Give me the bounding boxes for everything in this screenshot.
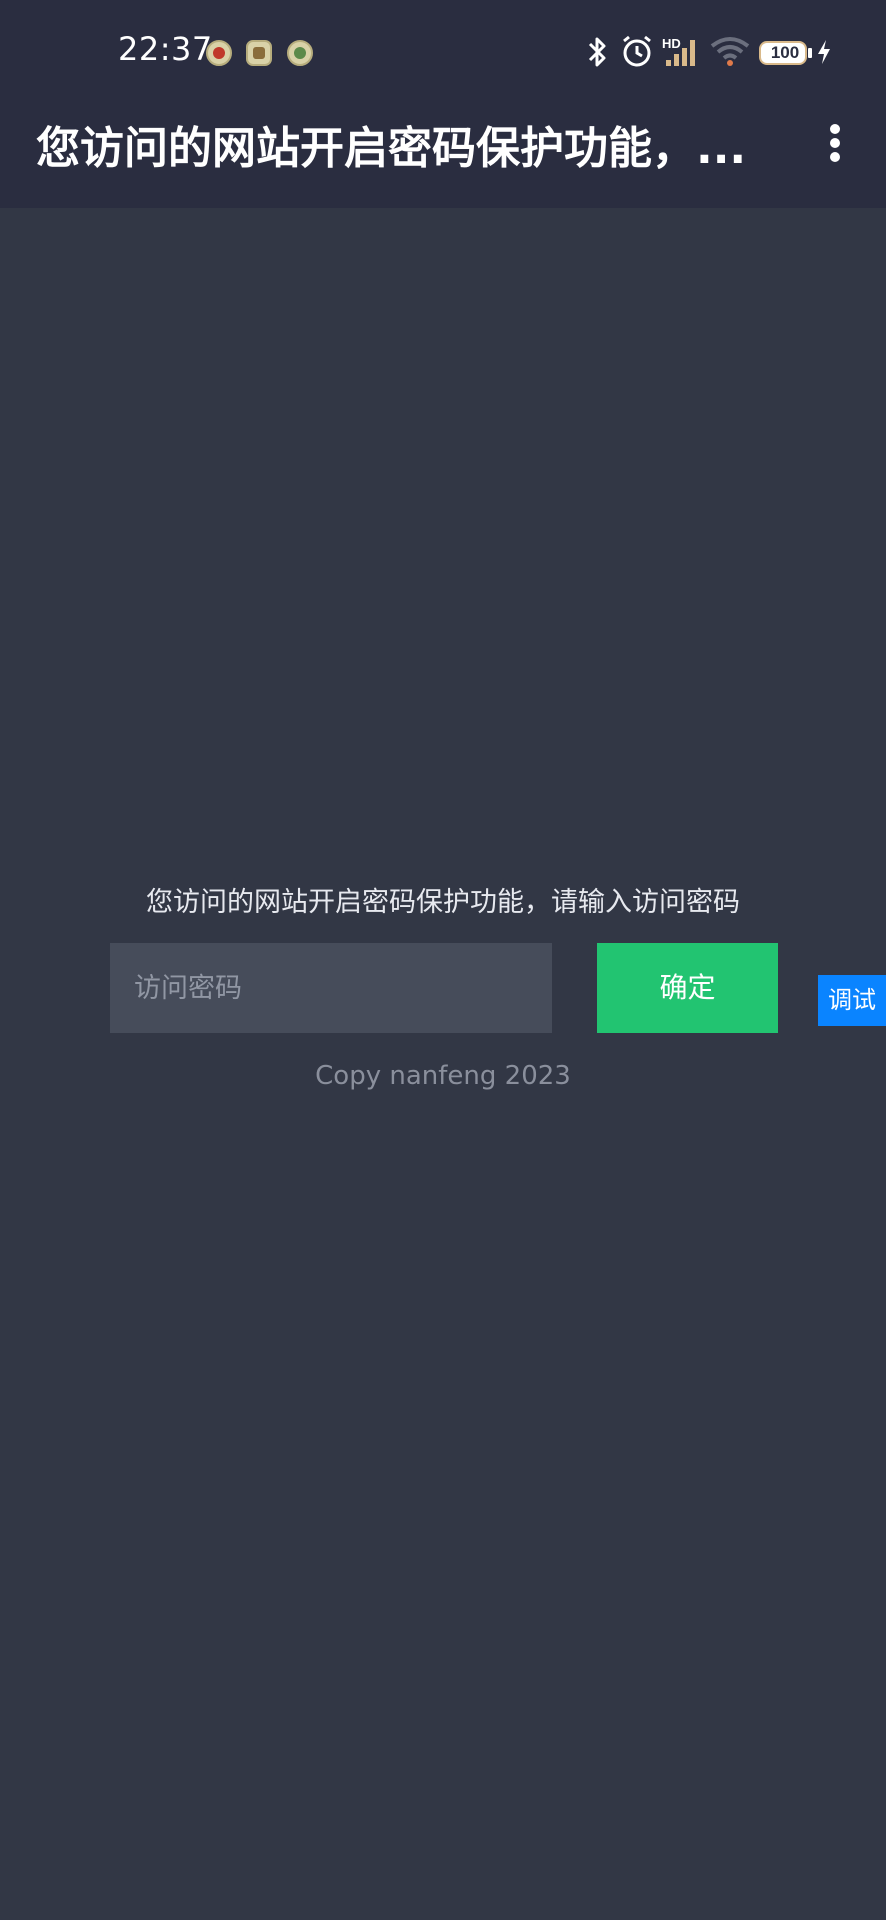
system-icons: HD <box>0 30 886 74</box>
confirm-button[interactable]: 确定 <box>597 943 778 1033</box>
network-label: HD <box>662 36 681 51</box>
password-input[interactable] <box>110 943 552 1033</box>
status-bar: 22:37 HD 100 <box>0 0 886 100</box>
page-title: 您访问的网站开启密码保护功能，... <box>36 123 747 174</box>
bluetooth-icon <box>588 37 606 67</box>
top-app-area: 22:37 HD 100 您访问的网站开启密码保护功能，... <box>0 0 886 208</box>
charging-icon <box>818 40 830 64</box>
footer-copyright: Copy nanfeng 2023 <box>315 1061 571 1091</box>
more-options-button[interactable] <box>818 118 854 168</box>
alarm-icon <box>623 35 651 67</box>
debug-button[interactable]: 调试 <box>818 975 886 1026</box>
page-content: 您访问的网站开启密码保护功能，请输入访问密码 确定 Copy nanfeng 2… <box>0 208 886 1920</box>
password-prompt: 您访问的网站开启密码保护功能，请输入访问密码 <box>146 887 740 918</box>
wifi-icon <box>710 37 750 66</box>
more-vert-icon <box>830 124 840 134</box>
battery-level: 100 <box>770 43 800 62</box>
